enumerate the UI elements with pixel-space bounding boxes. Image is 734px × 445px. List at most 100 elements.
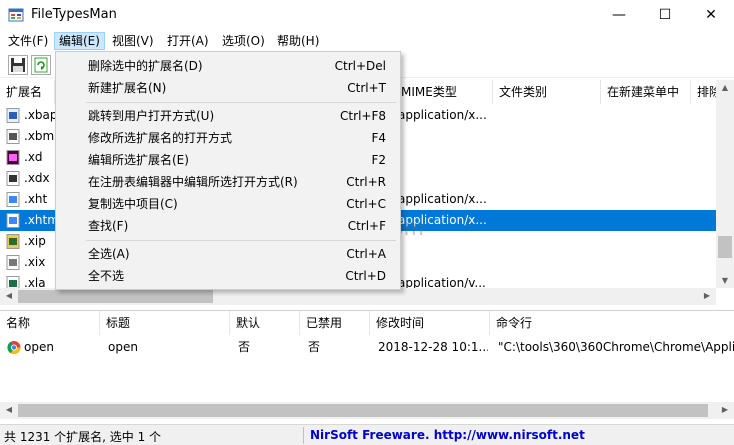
menu-item-shortcut: F4 (371, 131, 386, 145)
status-bar: 共 1231 个扩展名, 选中 1 个 NirSoft Freeware. ht… (0, 424, 734, 445)
file-extension: .xip (24, 234, 46, 248)
app-icon (8, 8, 24, 22)
menu-view[interactable]: 视图(V) (108, 32, 158, 50)
menu-select-all[interactable]: 全选(A) Ctrl+A (56, 243, 400, 265)
menu-item-shortcut: Ctrl+T (347, 81, 386, 95)
column-header-name[interactable]: 名称 (0, 311, 100, 335)
file-extension: .xix (24, 255, 46, 269)
close-icon: ✕ (705, 7, 717, 23)
mime-type: application/v... (398, 276, 486, 288)
menu-file[interactable]: 文件(F) (4, 32, 52, 50)
menu-separator (86, 102, 396, 103)
mime-type: application/x... (398, 108, 487, 122)
scroll-right-icon[interactable]: ▶ (716, 405, 734, 414)
menu-item-shortcut: Ctrl+C (346, 197, 386, 211)
horizontal-scroll-thumb[interactable] (18, 290, 213, 303)
action-row[interactable]: open open 否 否 2018-12-28 10:1... "C:\too… (0, 337, 734, 358)
action-modified: 2018-12-28 10:1... (378, 340, 488, 354)
file-extension: .xd (24, 150, 43, 164)
menu-separator (86, 240, 396, 241)
bottom-horizontal-scroll-thumb[interactable] (18, 404, 708, 417)
close-button[interactable]: ✕ (688, 0, 734, 30)
vertical-scroll-thumb[interactable] (718, 236, 732, 258)
menu-change-open-with[interactable]: 修改所选扩展名的打开方式 F4 (56, 127, 400, 149)
menu-delete-extension[interactable]: 删除选中的扩展名(D) Ctrl+Del (56, 55, 400, 77)
menu-item-label: 在注册表编辑器中编辑所选打开方式(R) (88, 175, 298, 189)
menu-item-label: 全选(A) (88, 247, 130, 261)
vertical-scrollbar[interactable]: ▲ ▼ (716, 80, 734, 288)
menu-item-label: 全不选 (88, 269, 125, 283)
window-title: FileTypesMan (31, 7, 117, 22)
scroll-right-icon[interactable]: ▶ (698, 291, 716, 300)
xhtm-icon (6, 213, 20, 228)
menu-item-shortcut: F2 (371, 153, 386, 167)
refresh-button[interactable] (31, 55, 51, 75)
menu-item-label: 查找(F) (88, 219, 129, 233)
scroll-up-icon[interactable]: ▲ (716, 83, 734, 92)
menu-item-label: 跳转到用户打开方式(U) (88, 109, 215, 123)
menu-edit-in-regedit[interactable]: 在注册表编辑器中编辑所选打开方式(R) Ctrl+R (56, 171, 400, 193)
menu-new-extension[interactable]: 新建扩展名(N) Ctrl+T (56, 77, 400, 99)
minimize-button[interactable]: — (596, 0, 642, 30)
xix-icon (6, 255, 20, 270)
scroll-left-icon[interactable]: ◀ (0, 291, 18, 300)
save-button[interactable] (8, 55, 28, 75)
column-header-new-menu[interactable]: 在新建菜单中 (601, 80, 691, 104)
menu-find[interactable]: 查找(F) Ctrl+F (56, 215, 400, 237)
action-command: "C:\tools\360\360Chrome\Chrome\Appli (498, 340, 734, 354)
menu-item-shortcut: Ctrl+F8 (340, 109, 386, 123)
chrome-icon (7, 341, 21, 354)
menu-help[interactable]: 帮助(H) (273, 32, 323, 50)
file-extension: .xdx (24, 171, 50, 185)
xip-icon (6, 234, 20, 249)
menu-item-shortcut: Ctrl+F (347, 219, 386, 233)
scroll-left-icon[interactable]: ◀ (0, 405, 18, 414)
xbm-icon (6, 129, 20, 144)
file-extension: .xbm (24, 129, 55, 143)
status-divider (303, 427, 304, 444)
save-icon (11, 58, 25, 72)
column-header-mime[interactable]: MIME类型 (395, 80, 493, 104)
menu-options[interactable]: 选项(O) (218, 32, 269, 50)
action-disabled: 否 (308, 340, 321, 354)
edit-menu-dropdown: 删除选中的扩展名(D) Ctrl+Del 新建扩展名(N) Ctrl+T 跳转到用户… (55, 51, 401, 290)
column-header-modified[interactable]: 修改时间 (370, 311, 490, 335)
action-name: open (24, 340, 54, 354)
menu-item-label: 修改所选扩展名的打开方式 (88, 131, 233, 145)
menu-edit-extension[interactable]: 编辑所选扩展名(E) F2 (56, 149, 400, 171)
menu-item-shortcut: Ctrl+A (346, 247, 386, 261)
scroll-down-icon[interactable]: ▼ (716, 276, 734, 285)
action-title: open (108, 340, 138, 354)
nirsoft-link[interactable]: NirSoft Freeware. http://www.nirsoft.net (310, 428, 585, 442)
title-bar: FileTypesMan — ☐ ✕ (0, 0, 734, 30)
column-header-command[interactable]: 命令行 (490, 311, 734, 335)
xdx-icon (6, 171, 20, 186)
maximize-icon: ☐ (658, 7, 672, 23)
menu-bar: 文件(F) 编辑(E) 视图(V) 打开(A) 选项(O) 帮助(H) (0, 30, 734, 52)
action-default: 否 (238, 340, 251, 354)
column-header-disabled[interactable]: 已禁用 (300, 311, 370, 335)
column-header-category[interactable]: 文件类别 (493, 80, 601, 104)
file-extension: .xbap (24, 108, 58, 122)
column-header-exclude[interactable]: 排除 (691, 80, 716, 104)
xd-icon (6, 150, 20, 165)
menu-item-label: 删除选中的扩展名(D) (88, 59, 203, 73)
file-extension: .xla (24, 276, 46, 288)
column-header-extension[interactable]: 扩展名 (0, 80, 55, 104)
bottom-horizontal-scrollbar[interactable]: ◀ ▶ (0, 402, 734, 419)
column-header-default[interactable]: 默认 (230, 311, 300, 335)
menu-item-shortcut: Ctrl+D (345, 269, 386, 283)
menu-item-label: 新建扩展名(N) (88, 81, 167, 95)
maximize-button[interactable]: ☐ (642, 0, 688, 30)
menu-open[interactable]: 打开(A) (163, 32, 213, 50)
column-header-title[interactable]: 标题 (100, 311, 230, 335)
file-extension: .xht (24, 192, 48, 206)
menu-edit[interactable]: 编辑(E) (54, 32, 105, 50)
menu-jump-user-open-with[interactable]: 跳转到用户打开方式(U) Ctrl+F8 (56, 105, 400, 127)
horizontal-scrollbar[interactable]: ◀ ▶ (0, 288, 716, 305)
status-count: 共 1231 个扩展名, 选中 1 个 (4, 430, 162, 444)
menu-copy-selected[interactable]: 复制选中项目(C) Ctrl+C (56, 193, 400, 215)
menu-item-label: 复制选中项目(C) (88, 197, 178, 211)
menu-deselect-all[interactable]: 全不选 Ctrl+D (56, 265, 400, 287)
menu-item-label: 编辑所选扩展名(E) (88, 153, 189, 167)
